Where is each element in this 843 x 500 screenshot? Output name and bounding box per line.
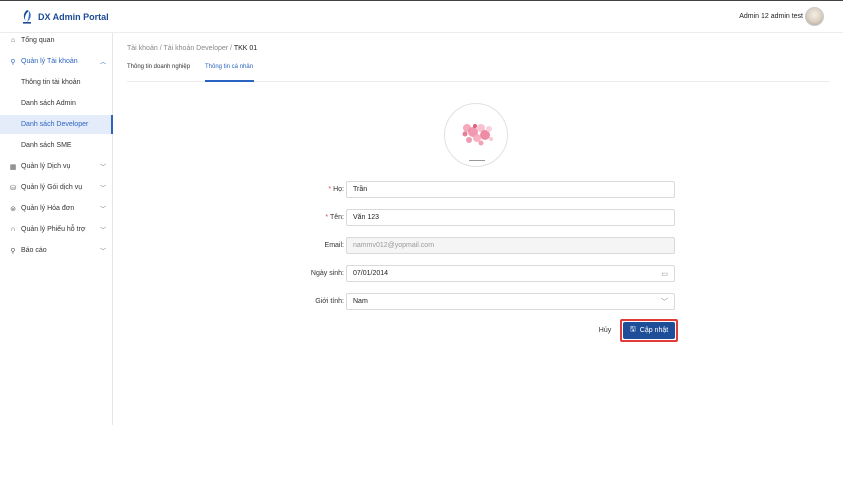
email-field[interactable]: nammv012@yopmail.com	[346, 237, 675, 254]
dob-value: 07/01/2014	[353, 270, 389, 277]
logo-icon	[23, 10, 31, 24]
sidebar-item-danh-sach-admin[interactable]: Danh sách Admin	[0, 94, 113, 113]
chevron-down-icon: ﹀	[661, 298, 668, 306]
flowers-image	[462, 124, 493, 161]
invoice-icon: ⊜	[10, 205, 16, 213]
avatar[interactable]	[805, 7, 824, 26]
label-colon: :	[342, 242, 344, 249]
update-button[interactable]: 🖫 Cập nhật	[623, 322, 675, 339]
sidebar-item-label: Quản lý Gói dịch vụ	[21, 184, 83, 191]
label-text: Tên	[329, 214, 343, 221]
email-value: nammv012@yopmail.com	[353, 242, 435, 249]
sidebar-item-label: Quản lý Dịch vụ	[21, 163, 71, 170]
active-tab-indicator	[205, 80, 254, 82]
ten-input[interactable]: Văn 123	[346, 209, 675, 226]
brand-title[interactable]: DX Admin Portal	[38, 12, 109, 22]
home-icon: ⌂	[10, 37, 16, 44]
sidebar-item-thong-tin-tai-khoan[interactable]: Thông tin tài khoản	[0, 73, 113, 92]
date-of-birth-input[interactable]: 07/01/2014 ▭	[346, 265, 675, 282]
calendar-icon[interactable]: ▭	[661, 270, 668, 278]
label-colon: :	[342, 186, 344, 193]
sidebar-item-label: Thông tin tài khoản	[21, 79, 81, 86]
required-mark: *	[328, 186, 332, 193]
sidebar-item-label: Quản lý Phiếu hỗ trợ	[21, 226, 86, 233]
sidebar-item-quan-ly-hoa-don[interactable]: ⊜ Quản lý Hóa đơn ﹀	[0, 199, 113, 218]
chevron-down-icon: ﹀	[100, 207, 107, 213]
ho-input[interactable]: Trần	[346, 181, 675, 198]
label-colon: :	[342, 214, 344, 221]
breadcrumb-separator: /	[230, 45, 232, 52]
sidebar-item-label: Danh sách Admin	[21, 100, 76, 107]
cancel-button[interactable]: Hủy	[594, 322, 616, 339]
sidebar-item-label: Quản lý Hóa đơn	[21, 205, 75, 212]
sidebar-item-label: Danh sách SME	[21, 142, 72, 149]
profile-picture[interactable]	[444, 103, 508, 167]
package-icon: ⛁	[10, 184, 16, 192]
sidebar-item-quan-ly-goi-dich-vu[interactable]: ⛁ Quản lý Gói dịch vụ ﹀	[0, 178, 113, 197]
gender-select[interactable]: Nam ﹀	[346, 293, 675, 310]
sidebar-item-danh-sach-sme[interactable]: Danh sách SME	[0, 136, 113, 155]
save-icon: 🖫	[629, 326, 636, 333]
breadcrumb-item-tai-khoan-developer[interactable]: Tài khoản Developer	[163, 45, 228, 52]
label-text: Ngày sinh	[310, 270, 343, 277]
report-icon: ⚲	[10, 247, 16, 255]
chevron-down-icon: ﹀	[100, 249, 107, 255]
user-icon: ⚲	[10, 58, 16, 66]
sidebar: ⌂ Tổng quan ⚲ Quản lý Tài khoản ︿ Thông …	[0, 33, 113, 425]
sidebar-item-quan-ly-phieu-ho-tro[interactable]: ∩ Quản lý Phiếu hỗ trợ ﹀	[0, 220, 113, 239]
ho-value: Trần	[353, 186, 368, 193]
grid-icon: ▦	[9, 163, 17, 171]
chevron-down-icon: ﹀	[100, 228, 107, 234]
label-colon: :	[342, 270, 344, 277]
sidebar-item-bao-cao[interactable]: ⚲ Báo cáo ﹀	[0, 241, 113, 260]
label-text: Họ	[333, 186, 343, 193]
breadcrumb-separator: /	[159, 45, 162, 52]
sidebar-item-label: Tổng quan	[21, 37, 55, 44]
label-gioi-tinh: Giới tính:	[264, 298, 344, 305]
ten-value: Văn 123	[353, 214, 380, 221]
gender-value: Nam	[353, 298, 368, 305]
required-mark: *	[325, 214, 329, 221]
chevron-down-icon: ﹀	[100, 186, 107, 192]
label-colon: :	[342, 298, 344, 305]
sidebar-item-tong-quan[interactable]: ⌂ Tổng quan	[0, 31, 113, 50]
top-bar: DX Admin Portal Admin 12 admin test	[0, 0, 843, 33]
sidebar-item-label: Quản lý Tài khoản	[21, 58, 78, 65]
chevron-up-icon: ︿	[100, 60, 107, 66]
headset-icon: ∩	[10, 226, 16, 233]
label-email: Email:	[264, 242, 344, 249]
breadcrumb: Tài khoản / Tài khoản Developer / TKK 01	[127, 45, 257, 52]
tab-thong-tin-doanh-nghiep[interactable]: Thông tin doanh nghiệp	[127, 64, 190, 70]
label-ho: * Họ:	[264, 186, 344, 193]
tab-thong-tin-ca-nhan[interactable]: Thông tin cá nhân	[205, 64, 253, 70]
user-name[interactable]: Admin 12 admin test	[739, 13, 803, 20]
sidebar-item-quan-ly-dich-vu[interactable]: ▦ Quản lý Dịch vụ ﹀	[0, 157, 113, 176]
label-text: Email	[324, 242, 343, 249]
label-ten: * Tên:	[264, 214, 344, 221]
breadcrumb-item-tai-khoan[interactable]: Tài khoản	[127, 45, 158, 52]
breadcrumb-current: TKK 01	[233, 45, 258, 52]
label-text: Giới tính	[315, 298, 343, 305]
sidebar-item-label: Danh sách Developer	[21, 121, 89, 128]
sidebar-item-danh-sach-developer[interactable]: Danh sách Developer	[0, 115, 113, 134]
label-ngay-sinh: Ngày sinh:	[264, 270, 344, 277]
sidebar-item-quan-ly-tai-khoan[interactable]: ⚲ Quản lý Tài khoản ︿	[0, 52, 113, 71]
chevron-down-icon: ﹀	[100, 165, 107, 171]
update-button-label: Cập nhật	[639, 327, 669, 334]
sidebar-item-label: Báo cáo	[21, 247, 47, 254]
